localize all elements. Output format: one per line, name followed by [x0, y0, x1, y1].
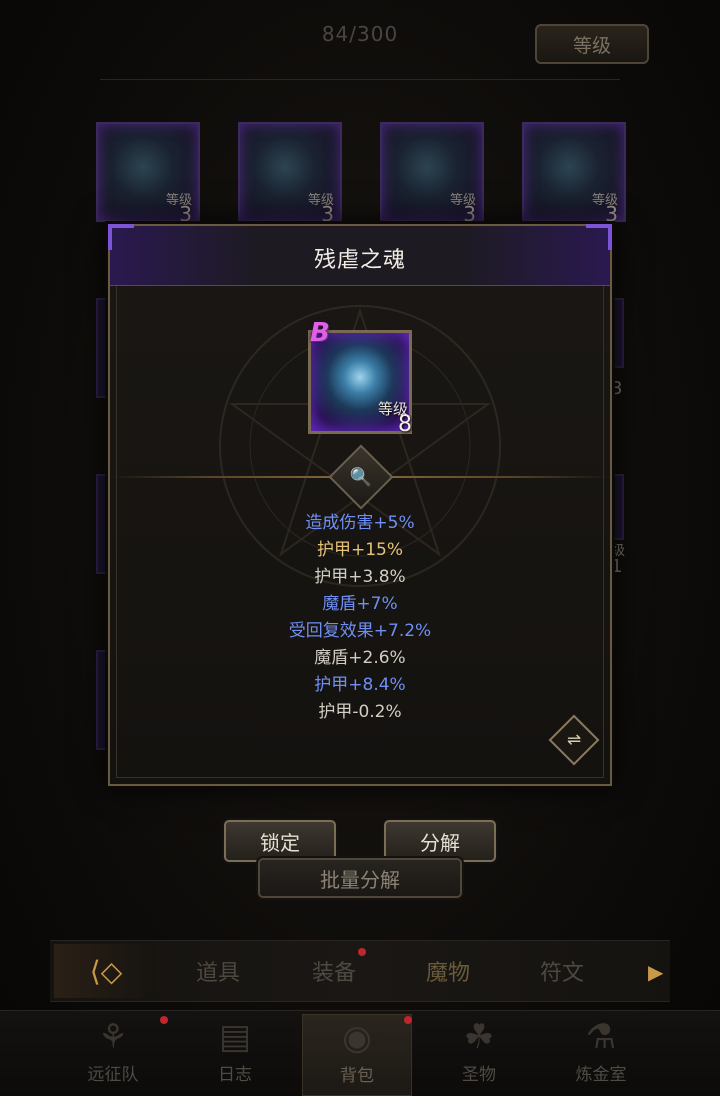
notification-dot [358, 948, 366, 956]
grid-item[interactable]: 等级 3 [522, 122, 626, 226]
magnifier-icon: 🔍 [349, 466, 373, 488]
grid-item-level: 3 [605, 202, 618, 226]
stat-line: 魔盾+7% [322, 594, 398, 614]
tab-equipment[interactable]: 装备 [312, 955, 356, 987]
notification-dot [404, 1016, 412, 1024]
grid-item-level: 3 [611, 378, 623, 399]
tab-monsters[interactable]: 魔物 [426, 955, 470, 987]
grid-item[interactable]: 等级 3 [96, 122, 200, 226]
bag-icon: ◉ [342, 1018, 372, 1058]
stat-line: 护甲+15% [316, 540, 404, 560]
nav-label: 日志 [218, 1065, 252, 1085]
scroll-icon: ▤ [218, 1017, 252, 1057]
nav-label: 远征队 [87, 1065, 139, 1085]
swap-arrows-icon: ⇌ [566, 730, 582, 750]
nav-alchemy[interactable]: ⚗ 炼金室 [546, 1014, 656, 1096]
tab-next-arrow-icon[interactable]: ▶ [648, 960, 663, 984]
grid-item[interactable]: 等级 3 [380, 122, 484, 226]
helmet-icon: ⚘ [97, 1017, 129, 1057]
grid-item-level: 3 [179, 202, 192, 226]
grid-item-edge [610, 298, 624, 368]
grid-item[interactable]: 等级 3 [238, 122, 342, 226]
nav-expedition[interactable]: ⚘ 远征队 [58, 1014, 168, 1096]
batch-decompose-button[interactable]: 批量分解 [258, 858, 462, 898]
stat-line: 受回复效果+7.2% [288, 621, 432, 641]
stat-line: 护甲-0.2% [318, 702, 402, 722]
dialog-title: 残虐之魂 [313, 248, 406, 273]
nav-backpack[interactable]: ◉ 背包 [302, 1014, 412, 1096]
alchemy-icon: ⚗ [585, 1017, 617, 1057]
stat-line: 造成伤害+5% [305, 513, 415, 533]
lock-button[interactable]: 锁定 [224, 820, 336, 862]
grid-item-level: 3 [321, 202, 334, 226]
chalice-icon: ☘ [463, 1017, 495, 1057]
nav-label: 圣物 [462, 1065, 496, 1085]
arrow-left-icon: ⟨◇ [89, 954, 123, 988]
stat-line: 魔盾+2.6% [314, 648, 406, 668]
tab-items[interactable]: 道具 [196, 955, 240, 987]
sort-level-button[interactable]: 等级 [535, 24, 649, 64]
decompose-button[interactable]: 分解 [384, 820, 496, 862]
filter-bar [100, 62, 620, 80]
item-detail-dialog: 残虐之魂 B 等级 8 🔍 造成伤害+5% 护甲+15% 护甲+3.8% 魔盾+7% 受… [108, 224, 612, 786]
nav-relics[interactable]: ☘ 圣物 [424, 1014, 534, 1096]
stat-line: 护甲+3.8% [314, 567, 406, 587]
grid-item-level: 3 [463, 202, 476, 226]
item-level-value: 8 [398, 412, 412, 437]
nav-label: 背包 [340, 1066, 374, 1086]
notification-dot [160, 1016, 168, 1024]
nav-label: 炼金室 [575, 1065, 627, 1085]
tab-runes[interactable]: 符文 [540, 955, 584, 987]
stats-list: 造成伤害+5% 护甲+15% 护甲+3.8% 魔盾+7% 受回复效果+7.2% 魔盾+2.… [110, 510, 610, 726]
item-rank-badge: B [310, 318, 330, 348]
grid-item-edge [610, 474, 624, 540]
stat-line: 护甲+8.4% [314, 675, 406, 695]
nav-journal[interactable]: ▤ 日志 [180, 1014, 290, 1096]
grid-item-level: 1 [611, 556, 623, 577]
tab-back-button[interactable]: ⟨◇ [54, 944, 158, 998]
